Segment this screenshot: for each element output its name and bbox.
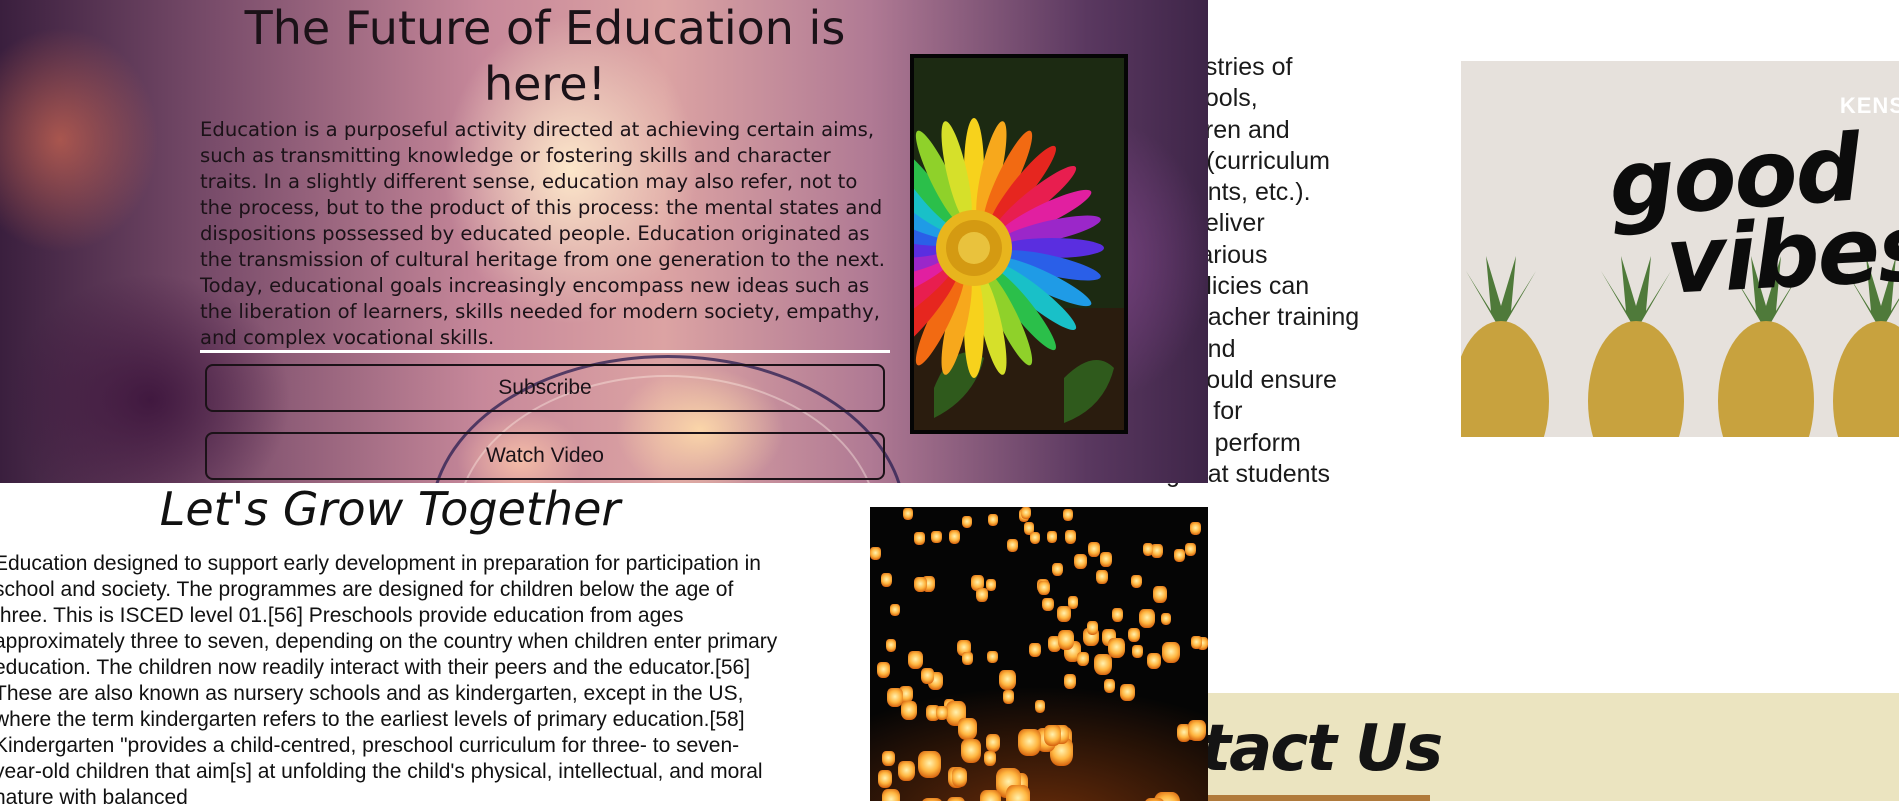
vibes-word: vibes <box>1663 194 1899 315</box>
lantern <box>1018 728 1041 756</box>
lantern <box>900 701 917 721</box>
lantern <box>1127 627 1140 643</box>
lantern <box>1021 507 1032 520</box>
lantern <box>1088 542 1101 557</box>
rainbow-daisy-image <box>910 54 1128 434</box>
lantern <box>1190 521 1201 535</box>
lantern <box>877 662 891 678</box>
lantern <box>1047 531 1058 544</box>
lantern <box>1006 539 1018 553</box>
lantern <box>1111 608 1124 623</box>
lantern <box>1162 641 1181 664</box>
lantern <box>1057 629 1075 650</box>
lantern <box>889 604 901 617</box>
lantern <box>881 789 901 801</box>
lantern <box>1103 679 1116 693</box>
contact-image-strip <box>1200 795 1430 801</box>
lantern <box>1130 574 1143 589</box>
lantern <box>1029 643 1041 657</box>
lantern <box>898 760 916 782</box>
lantern <box>1188 719 1207 742</box>
lantern <box>1005 785 1030 801</box>
lantern <box>975 588 988 603</box>
hero-title: The Future of Education is here! <box>244 1 846 111</box>
sky-lanterns-image <box>870 507 1208 801</box>
lantern <box>1003 690 1015 704</box>
lantern <box>961 739 982 764</box>
lantern <box>1029 532 1041 545</box>
lantern <box>1086 621 1099 635</box>
lantern <box>1131 644 1143 659</box>
lantern <box>936 706 949 721</box>
lantern <box>1063 509 1074 522</box>
lantern <box>958 717 977 740</box>
good-vibes-image: KENS good vibes <box>1461 61 1899 437</box>
hero-divider <box>200 350 890 353</box>
lantern <box>1038 580 1051 595</box>
lantern <box>951 768 968 787</box>
lantern <box>931 531 942 544</box>
lantern <box>987 514 999 527</box>
lantern <box>880 572 893 587</box>
lantern <box>1185 542 1197 556</box>
hero-body: Education is a purposeful activity direc… <box>200 118 885 349</box>
lantern <box>914 532 925 545</box>
lantern <box>980 789 1001 801</box>
lantern <box>1096 570 1108 585</box>
lantern <box>1034 700 1046 714</box>
lantern <box>1153 586 1167 603</box>
lantern <box>948 530 961 544</box>
lantern <box>920 667 934 684</box>
lantern <box>1077 651 1090 667</box>
lantern <box>999 670 1016 690</box>
lantern <box>1051 562 1064 577</box>
lantern <box>946 796 965 801</box>
lantern <box>985 734 1001 753</box>
lantern <box>1146 652 1161 670</box>
lantern <box>870 547 881 560</box>
lantern <box>913 576 927 593</box>
daisy-illustration <box>914 58 1124 430</box>
lantern <box>908 651 924 670</box>
lantern <box>1074 553 1087 569</box>
lantern <box>1093 653 1112 676</box>
lantern <box>885 639 897 653</box>
lantern <box>1108 637 1126 658</box>
lantern <box>1064 530 1076 544</box>
subscribe-button[interactable]: Subscribe <box>205 364 885 412</box>
lantern <box>1120 684 1135 702</box>
lantern <box>1174 548 1186 562</box>
lantern <box>902 508 913 521</box>
lantern <box>882 751 895 767</box>
lantern <box>1138 608 1155 629</box>
grow-title: Let's Grow Together <box>159 482 621 536</box>
lantern <box>918 751 941 779</box>
lantern <box>1057 605 1071 622</box>
lantern <box>1063 674 1076 690</box>
lantern <box>962 515 973 528</box>
lantern <box>1191 636 1202 650</box>
grow-body: Education designed to support early deve… <box>0 552 778 809</box>
lantern <box>983 751 997 767</box>
lantern <box>986 578 997 591</box>
lantern <box>987 650 998 664</box>
hero-section: The Future of Education is here! Educati… <box>0 0 1208 483</box>
lantern <box>1100 552 1113 567</box>
watch-video-button[interactable]: Watch Video <box>205 432 885 480</box>
lantern <box>1160 612 1172 626</box>
lantern <box>962 652 973 665</box>
lantern <box>878 770 893 788</box>
lantern <box>1042 597 1054 612</box>
lantern <box>1043 725 1062 746</box>
